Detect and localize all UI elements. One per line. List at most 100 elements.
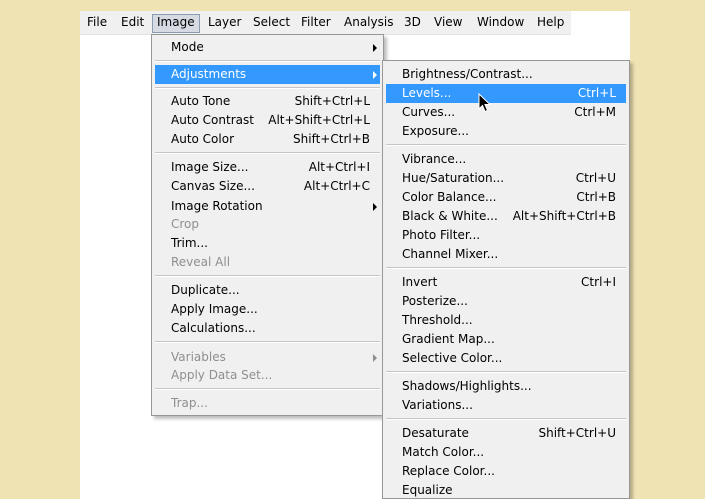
submenu-arrow-icon	[373, 203, 377, 211]
menu-item-label: Invert	[402, 275, 438, 289]
menu-3d[interactable]: 3D	[404, 14, 421, 33]
menu-item-canvas-size[interactable]: Canvas Size... Alt+Ctrl+C	[155, 177, 380, 196]
menu-item-label: Gradient Map...	[402, 332, 495, 346]
menu-item-shortcut: Ctrl+I	[581, 275, 616, 289]
menu-item-label: Vibrance...	[402, 152, 467, 166]
menu-item-label: Calculations...	[171, 321, 256, 335]
submenu-arrow-icon	[373, 44, 377, 52]
menu-item-reveal-all[interactable]: Reveal All	[155, 253, 380, 272]
image-menu: Mode Adjustments Auto Tone Shift+Ctrl+L A…	[151, 34, 384, 416]
menu-item-replace-color[interactable]: Replace Color...	[386, 462, 626, 481]
menu-item-label: Brightness/Contrast...	[402, 67, 533, 81]
menu-item-label: Shadows/Highlights...	[402, 379, 532, 393]
menu-item-shortcut: Alt+Ctrl+I	[308, 160, 370, 174]
menu-item-label: Selective Color...	[402, 351, 503, 365]
menu-item-trap[interactable]: Trap...	[155, 394, 380, 413]
menu-item-brightness-contrast[interactable]: Brightness/Contrast...	[386, 65, 626, 84]
menu-item-label: Color Balance...	[402, 190, 497, 204]
menu-item-auto-color[interactable]: Auto Color Shift+Ctrl+B	[155, 130, 380, 149]
menu-item-label: Equalize	[402, 483, 453, 497]
menu-item-label: Crop	[171, 217, 200, 231]
menu-item-label: Hue/Saturation...	[402, 171, 505, 185]
menu-item-label: Match Color...	[402, 445, 485, 459]
menu-item-auto-tone[interactable]: Auto Tone Shift+Ctrl+L	[155, 92, 380, 111]
menu-image[interactable]: Image	[152, 14, 200, 33]
menu-item-variables[interactable]: Variables	[155, 348, 380, 367]
menu-item-label: Image Rotation	[171, 199, 263, 213]
menu-item-label: Apply Data Set...	[171, 368, 273, 382]
menu-item-calculations[interactable]: Calculations...	[155, 319, 380, 338]
menu-item-equalize[interactable]: Equalize	[386, 481, 626, 499]
menu-item-exposure[interactable]: Exposure...	[386, 122, 626, 141]
menu-item-color-balance[interactable]: Color Balance... Ctrl+B	[386, 188, 626, 207]
menu-help[interactable]: Help	[537, 14, 564, 33]
menu-item-channel-mixer[interactable]: Channel Mixer...	[386, 245, 626, 264]
menu-item-shortcut: Ctrl+U	[575, 171, 616, 185]
menu-item-hue-saturation[interactable]: Hue/Saturation... Ctrl+U	[386, 169, 626, 188]
menu-item-invert[interactable]: Invert Ctrl+I	[386, 273, 626, 292]
menu-item-image-size[interactable]: Image Size... Alt+Ctrl+I	[155, 158, 380, 177]
menu-bar: File Edit Image Layer Select Filter Anal…	[80, 11, 571, 35]
menu-item-label: Desaturate	[402, 426, 469, 440]
menu-separator	[155, 275, 380, 277]
menu-item-shortcut: Shift+Ctrl+U	[538, 426, 616, 440]
menu-item-shortcut: Ctrl+L	[577, 86, 616, 100]
menu-item-label: Auto Contrast	[171, 113, 254, 127]
menu-layer[interactable]: Layer	[208, 14, 241, 33]
menu-separator	[155, 341, 380, 343]
menu-separator	[386, 144, 626, 146]
menu-filter[interactable]: Filter	[301, 14, 331, 33]
menu-item-label: Mode	[171, 40, 204, 54]
menu-item-auto-contrast[interactable]: Auto Contrast Alt+Shift+Ctrl+L	[155, 111, 380, 130]
menu-separator	[155, 60, 380, 62]
arrow-cursor-icon	[478, 93, 492, 113]
menu-item-curves[interactable]: Curves... Ctrl+M	[386, 103, 626, 122]
menu-edit[interactable]: Edit	[121, 14, 144, 33]
menu-item-shadows-highlights[interactable]: Shadows/Highlights...	[386, 377, 626, 396]
menu-separator	[386, 371, 626, 373]
menu-item-trim[interactable]: Trim...	[155, 234, 380, 253]
menu-separator	[155, 87, 380, 89]
menu-item-label: Replace Color...	[402, 464, 495, 478]
menu-separator	[386, 418, 626, 420]
menu-item-label: Threshold...	[402, 313, 473, 327]
menu-item-shortcut: Shift+Ctrl+L	[294, 94, 370, 108]
menu-item-shortcut: Ctrl+B	[576, 190, 616, 204]
menu-item-apply-image[interactable]: Apply Image...	[155, 300, 380, 319]
menu-item-gradient-map[interactable]: Gradient Map...	[386, 330, 626, 349]
menu-item-match-color[interactable]: Match Color...	[386, 443, 626, 462]
menu-item-variations[interactable]: Variations...	[386, 396, 626, 415]
menu-item-apply-data-set[interactable]: Apply Data Set...	[155, 366, 380, 385]
menu-item-label: Trap...	[171, 396, 208, 410]
menu-item-photo-filter[interactable]: Photo Filter...	[386, 226, 626, 245]
menu-item-image-rotation[interactable]: Image Rotation	[155, 197, 380, 216]
menu-item-shortcut: Alt+Shift+Ctrl+L	[268, 113, 370, 127]
menu-item-threshold[interactable]: Threshold...	[386, 311, 626, 330]
menu-item-black-white[interactable]: Black & White... Alt+Shift+Ctrl+B	[386, 207, 626, 226]
menu-item-label: Posterize...	[402, 294, 468, 308]
submenu-arrow-icon	[373, 354, 377, 362]
menu-item-mode[interactable]: Mode	[155, 38, 380, 57]
menu-item-label: Canvas Size...	[171, 179, 255, 193]
menu-window[interactable]: Window	[477, 14, 524, 33]
menu-view[interactable]: View	[434, 14, 462, 33]
adjustments-submenu: Brightness/Contrast... Levels... Ctrl+L C…	[382, 60, 630, 499]
menu-analysis[interactable]: Analysis	[344, 14, 393, 33]
menu-item-label: Levels...	[402, 86, 452, 100]
menu-item-label: Reveal All	[171, 255, 231, 269]
menu-item-crop[interactable]: Crop	[155, 215, 380, 234]
menu-item-posterize[interactable]: Posterize...	[386, 292, 626, 311]
menu-item-label: Variables	[171, 350, 226, 364]
menu-item-label: Duplicate...	[171, 283, 240, 297]
menu-file[interactable]: File	[87, 14, 107, 33]
menu-item-adjustments[interactable]: Adjustments	[155, 65, 380, 84]
menu-item-selective-color[interactable]: Selective Color...	[386, 349, 626, 368]
menu-item-levels[interactable]: Levels... Ctrl+L	[386, 84, 626, 103]
menu-item-duplicate[interactable]: Duplicate...	[155, 281, 380, 300]
menu-item-label: Auto Color	[171, 132, 235, 146]
menu-select[interactable]: Select	[253, 14, 290, 33]
menu-item-desaturate[interactable]: Desaturate Shift+Ctrl+U	[386, 424, 626, 443]
menu-item-label: Variations...	[402, 398, 473, 412]
menu-separator	[155, 388, 380, 390]
menu-item-vibrance[interactable]: Vibrance...	[386, 150, 626, 169]
